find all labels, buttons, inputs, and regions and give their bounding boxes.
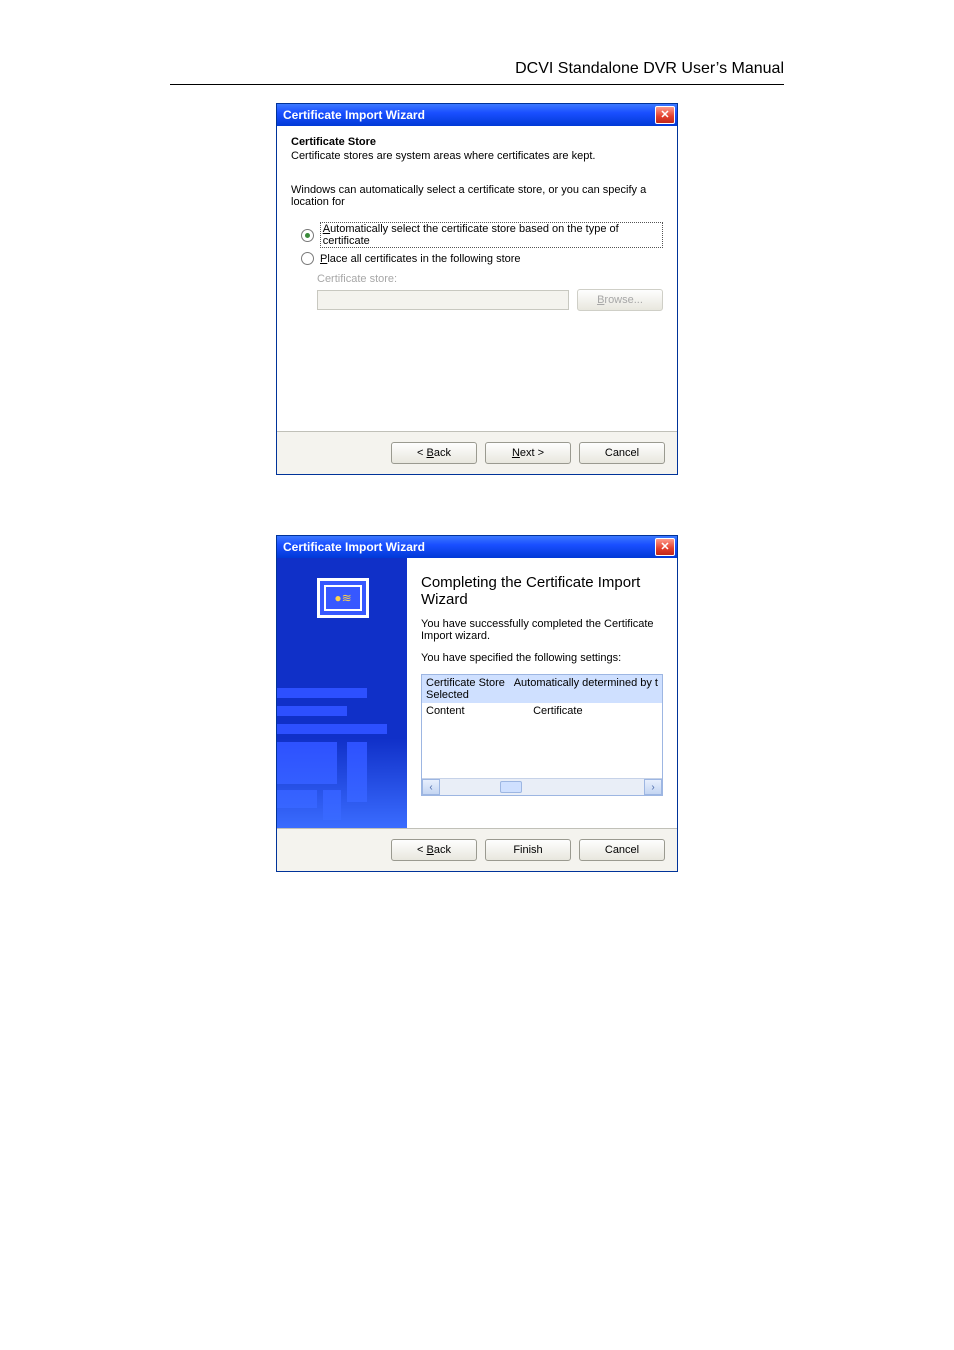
settings-cell: Certificate Store Selected [426,677,514,701]
radio-place-all[interactable]: Place all certificates in the following … [301,252,663,265]
scroll-right-icon[interactable]: › [644,779,662,795]
radio-icon [301,252,314,265]
wizard-side-graphic: ●≋ [277,558,407,828]
cert-store-input [317,290,569,310]
section-header: Certificate Store Certificate stores are… [277,126,677,170]
cancel-button[interactable]: Cancel [579,839,665,861]
complete-line1: You have successfully completed the Cert… [421,618,663,642]
close-icon[interactable]: ✕ [655,106,675,124]
cancel-button[interactable]: Cancel [579,442,665,464]
scroll-left-icon[interactable]: ‹ [422,779,440,795]
dialog-body: ●≋ Completing the Certificate Import Wiz… [277,558,677,829]
page-header: DCVI Standalone DVR User’s Manual [170,60,784,78]
intro-text: Windows can automatically select a certi… [291,184,663,208]
settings-list[interactable]: Certificate Store Selected Automatically… [421,674,663,796]
settings-row[interactable]: Content Certificate [422,703,662,719]
window-title: Certificate Import Wizard [283,540,425,554]
back-button[interactable]: < Back [391,442,477,464]
section-subtitle: Certificate stores are system areas wher… [291,150,663,162]
window-title: Certificate Import Wizard [283,108,425,122]
wizard-main: Completing the Certificate Import Wizard… [407,558,677,828]
dialog-footer: < Back Finish Cancel [277,829,677,871]
finish-button[interactable]: Finish [485,839,571,861]
header-rule [170,84,784,85]
close-icon[interactable]: ✕ [655,538,675,556]
settings-cell: Certificate [533,705,658,717]
next-button[interactable]: Next > [485,442,571,464]
dialog-inner: Windows can automatically select a certi… [277,170,677,431]
back-button[interactable]: < Back [391,839,477,861]
radio-icon [301,229,314,242]
complete-line2: You have specified the following setting… [421,652,663,664]
certificate-icon: ●≋ [317,578,369,618]
document-page: DCVI Standalone DVR User’s Manual Certif… [0,0,954,1350]
radio-auto-select[interactable]: Automatically select the certificate sto… [301,222,663,248]
titlebar[interactable]: Certificate Import Wizard ✕ [277,536,677,558]
section-title: Certificate Store [291,136,663,148]
scroll-thumb[interactable] [500,781,522,793]
cert-wizard-store-dialog: Certificate Import Wizard ✕ Certificate … [276,103,678,475]
cert-store-label: Certificate store: [317,273,663,285]
radio-auto-label: Automatically select the certificate sto… [320,222,663,248]
settings-row[interactable]: Certificate Store Selected Automatically… [422,675,662,703]
settings-cell: Content [426,705,533,717]
horizontal-scrollbar[interactable]: ‹ › [422,778,662,795]
dialog-body: Certificate Store Certificate stores are… [277,126,677,432]
radio-place-label: Place all certificates in the following … [320,253,521,265]
browse-button: Browse... [577,289,663,311]
titlebar[interactable]: Certificate Import Wizard ✕ [277,104,677,126]
dialog-footer: < Back Next > Cancel [277,432,677,474]
settings-cell: Automatically determined by t [514,677,658,701]
complete-heading: Completing the Certificate Import Wizard [421,574,663,608]
cert-wizard-complete-dialog: Certificate Import Wizard ✕ ●≋ [276,535,678,872]
